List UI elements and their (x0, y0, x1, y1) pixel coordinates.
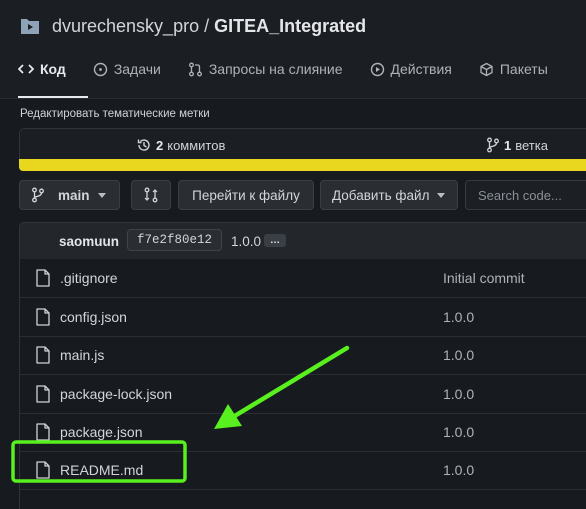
branches-count: 1 (504, 137, 512, 153)
tab-code[interactable]: Код (18, 61, 66, 77)
tab-pull-requests[interactable]: Запросы на слияние (188, 61, 343, 77)
file-row[interactable]: .gitignore Initial commit (20, 259, 586, 298)
file-name[interactable]: config.json (60, 309, 127, 325)
file-icon (36, 269, 50, 287)
commits-stat[interactable]: 2 коммитов (136, 137, 225, 153)
chevron-down-icon (437, 192, 446, 198)
tab-code-label: Код (40, 61, 66, 77)
file-row[interactable]: package.json 1.0.0 (20, 413, 586, 452)
branches-label: ветка (515, 137, 548, 153)
tab-issues[interactable]: Задачи (93, 61, 161, 77)
commit-expand-button[interactable]: … (264, 234, 286, 247)
commits-count: 2 (156, 137, 164, 153)
file-row[interactable]: config.json 1.0.0 (20, 298, 586, 337)
file-row[interactable]: main.js 1.0.0 (20, 336, 586, 375)
add-file-button[interactable]: Добавить файл (320, 180, 458, 210)
repo-icon (21, 19, 39, 34)
file-name[interactable]: .gitignore (60, 270, 118, 286)
repo-tabs: Код Задачи Запросы на слияние Действия П… (18, 56, 575, 82)
file-commit-message[interactable]: 1.0.0 (443, 386, 474, 402)
compare-button[interactable] (131, 180, 171, 210)
branch-icon (486, 137, 500, 153)
add-file-label: Добавить файл (332, 187, 430, 203)
file-icon (36, 461, 50, 479)
package-icon (479, 62, 494, 77)
file-commit-message[interactable]: Initial commit (443, 270, 525, 286)
repo-title-separator: / (204, 15, 210, 36)
tab-packages[interactable]: Пакеты (479, 61, 548, 77)
chevron-down-icon (97, 192, 106, 198)
tab-pull-requests-label: Запросы на слияние (208, 61, 343, 77)
file-row[interactable]: README.md 1.0.0 (20, 451, 586, 490)
file-commit-message[interactable]: 1.0.0 (443, 309, 474, 325)
tab-actions-label: Действия (390, 61, 452, 77)
go-to-file-button[interactable]: Перейти к файлу (178, 180, 314, 210)
latest-commit-bar: saomuun f7e2f80e12 1.0.0 … (19, 222, 586, 260)
repo-owner-link[interactable]: dvurechensky_pro (52, 16, 199, 37)
file-commit-message[interactable]: 1.0.0 (443, 347, 474, 363)
issue-icon (93, 62, 108, 77)
file-row[interactable]: package-lock.json 1.0.0 (20, 375, 586, 414)
file-icon (36, 346, 50, 364)
active-tab-indicator (18, 96, 88, 98)
history-icon (136, 137, 152, 153)
branch-icon (31, 187, 45, 203)
file-name[interactable]: package.json (60, 424, 143, 440)
file-commit-message[interactable]: 1.0.0 (443, 424, 474, 440)
compare-icon (143, 187, 159, 203)
tab-actions[interactable]: Действия (370, 61, 452, 77)
pull-request-icon (188, 62, 203, 77)
play-icon (370, 62, 385, 77)
code-icon (18, 62, 34, 76)
search-code-input[interactable] (465, 180, 586, 210)
file-name[interactable]: main.js (60, 347, 104, 363)
file-icon (36, 308, 50, 326)
commits-label: коммитов (167, 137, 226, 153)
file-icon (36, 423, 50, 441)
commit-message[interactable]: 1.0.0 (231, 234, 261, 249)
commit-sha[interactable]: f7e2f80e12 (127, 229, 223, 251)
file-icon (36, 385, 50, 403)
file-name[interactable]: README.md (60, 462, 143, 478)
language-bar (19, 159, 586, 171)
file-name[interactable]: package-lock.json (60, 386, 172, 402)
branch-name: main (58, 187, 90, 203)
file-list: .gitignore Initial commit config.json 1.… (19, 259, 586, 509)
repo-header: dvurechensky_pro / GITEA_Integrated Код … (0, 0, 586, 99)
tab-issues-label: Задачи (113, 61, 161, 77)
commit-author[interactable]: saomuun (59, 234, 119, 249)
branches-stat[interactable]: 1 ветка (486, 137, 548, 153)
file-commit-message[interactable]: 1.0.0 (443, 462, 474, 478)
edit-topics-link[interactable]: Редактировать тематические метки (20, 108, 210, 120)
branch-selector[interactable]: main (19, 180, 120, 210)
tab-packages-label: Пакеты (499, 61, 548, 77)
repo-title: dvurechensky_pro / GITEA_Integrated (20, 13, 366, 39)
repo-stats-bar: 2 коммитов 1 ветка (19, 128, 586, 159)
repo-name-link[interactable]: GITEA_Integrated (214, 16, 366, 37)
